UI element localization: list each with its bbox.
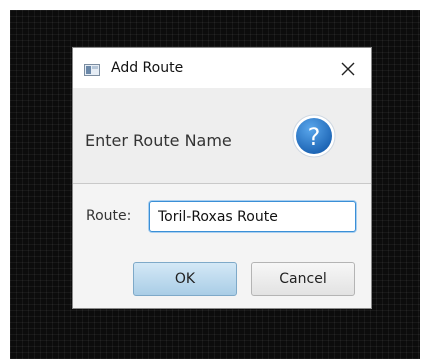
header-text: Enter Route Name — [85, 131, 232, 150]
route-label: Route: — [86, 208, 132, 224]
cancel-button[interactable]: Cancel — [251, 262, 355, 296]
close-button[interactable] — [335, 57, 361, 81]
ok-button[interactable]: OK — [133, 262, 237, 296]
svg-text:?: ? — [308, 123, 321, 151]
dialog-header: Enter Route Name ? — [73, 88, 371, 184]
route-name-input[interactable] — [149, 201, 356, 232]
add-route-dialog: Add Route Enter Route Name ? Route: OK C… — [72, 47, 372, 309]
dialog-titlebar: Add Route — [73, 48, 371, 88]
question-mark-icon: ? — [292, 114, 336, 158]
dialog-title: Add Route — [111, 60, 184, 76]
close-icon — [341, 62, 355, 76]
window-app-icon — [84, 64, 100, 76]
